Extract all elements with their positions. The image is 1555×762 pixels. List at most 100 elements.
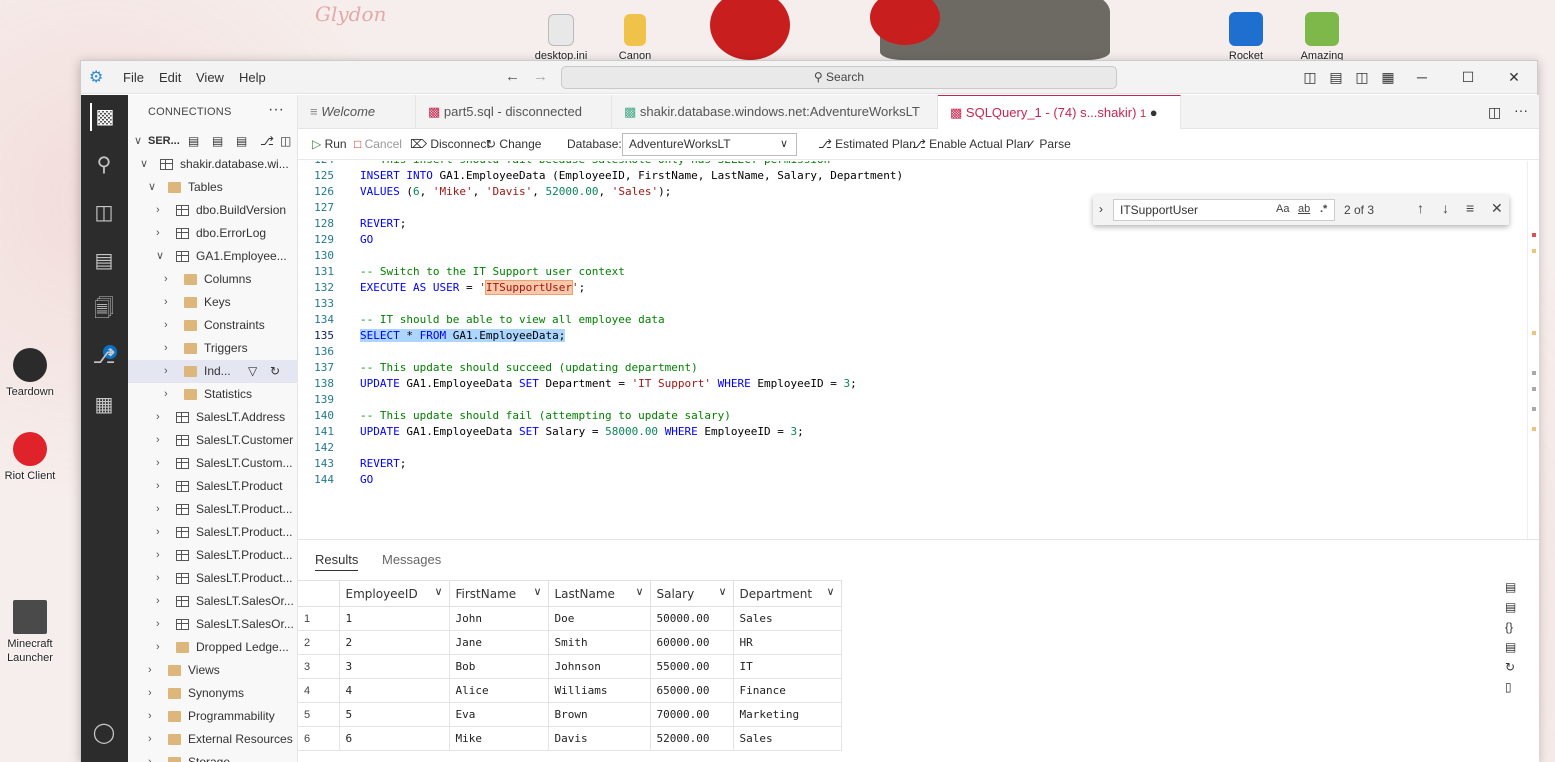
- table-cell[interactable]: Finance: [732, 678, 842, 703]
- menu-edit[interactable]: Edit: [159, 70, 181, 85]
- match-case-toggle[interactable]: Aa: [1276, 203, 1289, 215]
- column-header[interactable]: LastName ∨: [547, 580, 651, 607]
- previous-match-icon[interactable]: ↑: [1417, 200, 1424, 216]
- table-cell[interactable]: Davis: [547, 726, 651, 751]
- tree-item[interactable]: › dbo.BuildVersion: [128, 199, 297, 222]
- toggle-panel-icon[interactable]: ▤: [1327, 68, 1345, 86]
- database-select[interactable]: AdventureWorksLT ∨: [622, 133, 797, 156]
- close-window-button[interactable]: ✕: [1505, 68, 1523, 86]
- copy-icon[interactable]: ↻: [1505, 660, 1515, 674]
- tree-item[interactable]: › Columns: [128, 268, 297, 291]
- table-cell[interactable]: 65000.00: [649, 678, 734, 703]
- tab-messages[interactable]: Messages: [382, 552, 441, 567]
- parse-button[interactable]: ✓ Parse: [1026, 137, 1071, 151]
- regex-toggle[interactable]: .*: [1320, 203, 1327, 215]
- desktop-icon-teardown[interactable]: Teardown: [0, 348, 60, 399]
- table-cell[interactable]: Williams: [547, 678, 651, 703]
- tree-item[interactable]: ∨ Tables: [128, 176, 297, 199]
- table-cell[interactable]: Sales: [732, 726, 842, 751]
- tree-item[interactable]: › Triggers: [128, 337, 297, 360]
- tree-item[interactable]: › SalesLT.Product...: [128, 521, 297, 544]
- split-editor-icon[interactable]: ◫: [1488, 104, 1501, 121]
- tree-item[interactable]: › Storage: [128, 751, 297, 762]
- tree-item[interactable]: ∨ shakir.database.wi...: [128, 153, 297, 176]
- table-cell[interactable]: 50000.00: [649, 606, 734, 631]
- tree-item[interactable]: › SalesLT.Product...: [128, 498, 297, 521]
- toggle-secondary-sidebar-icon[interactable]: ◫: [1353, 68, 1371, 86]
- save-csv-icon[interactable]: ▤: [1505, 580, 1516, 594]
- tree-item[interactable]: › Ind... ▽ ↻: [128, 360, 297, 383]
- desktop-icon-rocket[interactable]: Rocket: [1216, 12, 1276, 63]
- save-json-icon[interactable]: {}: [1505, 620, 1513, 634]
- enable-actual-plan-button[interactable]: ⎇ Enable Actual Plan: [912, 137, 1030, 151]
- table-row[interactable]: 1 1 John Doe 50000.00 Sales: [298, 606, 842, 631]
- desktop-icon-minecraft[interactable]: Minecraft Launcher: [0, 600, 60, 665]
- tree-item[interactable]: › dbo.ErrorLog: [128, 222, 297, 245]
- chevron-down-icon[interactable]: ∨: [826, 585, 834, 598]
- search-icon[interactable]: ⚲: [90, 151, 118, 179]
- tree-item[interactable]: › Programmability: [128, 705, 297, 728]
- editor-scrollbar[interactable]: [1527, 161, 1539, 539]
- estimated-plan-button[interactable]: ⎇ Estimated Plan: [818, 137, 916, 151]
- table-cell[interactable]: 5: [338, 702, 450, 727]
- column-header[interactable]: FirstName ∨: [448, 580, 549, 607]
- table-cell[interactable]: Brown: [547, 702, 651, 727]
- table-cell[interactable]: Jane: [448, 630, 549, 655]
- table-cell[interactable]: 55000.00: [649, 654, 734, 679]
- desktop-icon-amazing[interactable]: Amazing: [1292, 12, 1352, 63]
- tab-server-dashboard[interactable]: ▩ shakir.database.windows.net:AdventureW…: [612, 95, 938, 129]
- table-cell[interactable]: IT: [732, 654, 842, 679]
- table-cell[interactable]: Eva: [448, 702, 549, 727]
- tab-sqlquery-1[interactable]: ▩ SQLQuery_1 - (74) s...shakir) 1 ●: [938, 95, 1181, 129]
- close-find-icon[interactable]: ✕: [1491, 200, 1503, 217]
- chevron-down-icon[interactable]: ∨: [718, 585, 726, 598]
- menu-help[interactable]: Help: [239, 70, 266, 85]
- column-header[interactable]: Department ∨: [732, 580, 842, 607]
- filter-icon[interactable]: ▽: [248, 360, 257, 383]
- tree-item[interactable]: ∨ GA1.Employee...: [128, 245, 297, 268]
- find-in-selection-icon[interactable]: ≡: [1466, 200, 1474, 216]
- tree-item[interactable]: › Statistics: [128, 383, 297, 406]
- more-actions-icon[interactable]: ···: [1514, 102, 1528, 118]
- notebooks-icon[interactable]: ◫: [90, 199, 118, 227]
- table-cell[interactable]: 60000.00: [649, 630, 734, 655]
- table-cell[interactable]: 52000.00: [649, 726, 734, 751]
- chevron-down-icon[interactable]: ∨: [434, 585, 442, 598]
- accounts-icon[interactable]: ◯: [90, 719, 118, 747]
- next-match-icon[interactable]: ↓: [1442, 200, 1449, 216]
- column-header[interactable]: EmployeeID ∨: [338, 580, 450, 607]
- table-row[interactable]: 3 3 Bob Johnson 55000.00 IT: [298, 654, 842, 679]
- whole-word-toggle[interactable]: ab: [1298, 203, 1310, 215]
- connections-icon[interactable]: ▩: [90, 103, 118, 131]
- table-row[interactable]: 6 6 Mike Davis 52000.00 Sales: [298, 726, 842, 751]
- toggle-primary-sidebar-icon[interactable]: ◫: [1301, 68, 1319, 86]
- table-row[interactable]: 4 4 Alice Williams 65000.00 Finance: [298, 678, 842, 703]
- tab-results[interactable]: Results: [315, 552, 359, 571]
- tab-welcome[interactable]: ≡ Welcome: [298, 95, 416, 129]
- table-cell[interactable]: 4: [338, 678, 450, 703]
- change-connection-button[interactable]: ↻ Change: [486, 137, 541, 151]
- command-search[interactable]: ⚲ Search: [561, 66, 1117, 89]
- tree-item[interactable]: › SalesLT.SalesOr...: [128, 590, 297, 613]
- table-cell[interactable]: 70000.00: [649, 702, 734, 727]
- tree-item[interactable]: › SalesLT.Custom...: [128, 452, 297, 475]
- table-cell[interactable]: HR: [732, 630, 842, 655]
- refresh-icon[interactable]: ↻: [270, 360, 280, 383]
- extensions-icon[interactable]: ▦: [90, 391, 118, 419]
- new-connection-icon[interactable]: ▤: [236, 130, 247, 153]
- tree-item[interactable]: › SalesLT.Product: [128, 475, 297, 498]
- back-arrow-icon[interactable]: ←: [505, 68, 520, 85]
- tree-item[interactable]: › SalesLT.Product...: [128, 567, 297, 590]
- save-xml-icon[interactable]: ▤: [1505, 640, 1516, 654]
- table-cell[interactable]: Alice: [448, 678, 549, 703]
- table-cell[interactable]: Marketing: [732, 702, 842, 727]
- table-row[interactable]: 2 2 Jane Smith 60000.00 HR: [298, 630, 842, 655]
- table-cell[interactable]: Mike: [448, 726, 549, 751]
- table-cell[interactable]: Doe: [547, 606, 651, 631]
- sidebar-more-icon[interactable]: ···: [268, 101, 284, 119]
- object-explorer-icon[interactable]: ▤: [90, 247, 118, 275]
- table-cell[interactable]: 2: [338, 630, 450, 655]
- tab-part5-sql[interactable]: ▩ part5.sql - disconnected: [416, 95, 612, 129]
- run-button[interactable]: ▷ Run: [312, 137, 347, 151]
- source-control-icon[interactable]: ⎇: [90, 343, 118, 371]
